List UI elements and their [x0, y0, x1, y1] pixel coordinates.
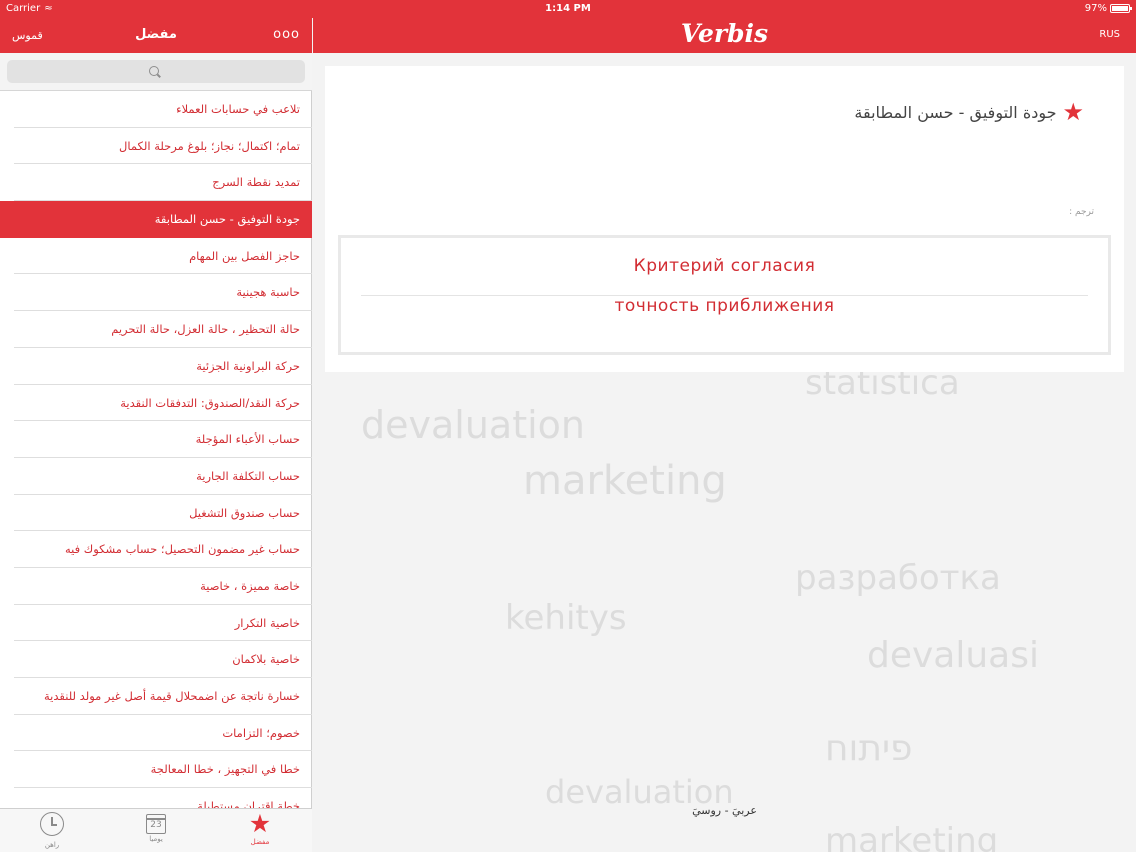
- detail-header: Verbis RUS: [313, 18, 1136, 53]
- translation-box: Критерий согласия точность приближения: [338, 235, 1111, 355]
- status-bar: Carrier ≈ 1:14 PM 97%: [0, 0, 1136, 18]
- favorite-item[interactable]: خاصة مميزة ، خاصية: [0, 568, 312, 605]
- favorites-list: تلاعب في حسابات العملاء تمام؛ اكتمال؛ نجا…: [0, 91, 312, 825]
- favorites-panel: قموس مفضل ooo تلاعب في حسابات العملاء تما…: [0, 0, 312, 852]
- status-time: 1:14 PM: [545, 3, 591, 14]
- translate-label: ترجم :: [1069, 207, 1094, 217]
- entry-term-text: جودة التوفيق - حسن المطابقة: [854, 102, 1057, 122]
- clock-icon: [40, 812, 64, 836]
- tab-favorites[interactable]: ★ مفضل: [230, 809, 290, 847]
- favorite-star-icon[interactable]: ★: [1062, 98, 1084, 126]
- background-word: marketing: [825, 821, 999, 852]
- favorite-item[interactable]: حالة التحظير ، حالة العزل، حالة التحريم: [0, 311, 312, 348]
- favorite-item[interactable]: تمام؛ اكتمال؛ نجاز؛ بلوغ مرحلة الكمال: [0, 128, 312, 165]
- tab-today-label: يوميا: [149, 835, 163, 843]
- favorite-item[interactable]: خسارة ناتجة عن اضمحلال قيمة أصل غير مولد…: [0, 678, 312, 715]
- tab-history-label: راهن: [44, 841, 60, 849]
- tab-today[interactable]: 23 يوميا: [126, 811, 186, 843]
- background-word: פיתוח: [825, 728, 913, 769]
- dictionary-direction[interactable]: عربيَ - روسيَ: [313, 804, 1136, 817]
- translation-item: Критерий согласия: [633, 256, 816, 276]
- favorites-title: مفضل: [135, 27, 177, 42]
- app-logo: Verbis: [680, 19, 769, 48]
- background-word: devaluation: [361, 403, 585, 447]
- tab-history[interactable]: راهن: [22, 811, 82, 849]
- favorite-item[interactable]: خصوم؛ التزامات: [0, 715, 312, 752]
- favorite-item[interactable]: جودة التوفيق - حسن المطابقة: [0, 201, 312, 238]
- more-button[interactable]: ooo: [273, 27, 300, 42]
- favorites-header: قموس مفضل ooo: [0, 18, 312, 53]
- favorite-item[interactable]: تمديد نقطة السرج: [0, 164, 312, 201]
- favorite-item[interactable]: خطا في التجهيز ، خطا المعالجة: [0, 751, 312, 788]
- favorite-item[interactable]: خاصية التكرار: [0, 605, 312, 642]
- battery-icon: [1110, 4, 1132, 13]
- calendar-icon: 23: [146, 814, 166, 834]
- search-input[interactable]: [7, 60, 305, 83]
- favorite-item[interactable]: حاسبة هجينية: [0, 274, 312, 311]
- favorite-item[interactable]: حساب غير مضمون التحصيل؛ حساب مشكوك فيه: [0, 531, 312, 568]
- tab-favorites-label: مفضل: [250, 838, 270, 846]
- background-word: marketing: [523, 458, 727, 504]
- star-icon: ★: [248, 809, 272, 838]
- search-icon: [149, 66, 159, 76]
- favorite-item[interactable]: حساب صندوق التشغيل: [0, 495, 312, 532]
- favorite-item[interactable]: تلاعب في حسابات العملاء: [0, 91, 312, 128]
- tab-bar: راهن 23 يوميا ★ مفضل: [0, 808, 312, 852]
- favorite-item[interactable]: خاصية بلاكمان: [0, 641, 312, 678]
- battery-indicator: 97%: [1085, 3, 1132, 14]
- favorite-item[interactable]: حركة البراونية الجزئية: [0, 348, 312, 385]
- background-word: разработка: [795, 558, 1001, 598]
- favorite-item[interactable]: حركة النقد/الصندوق: التدفقات النقدية: [0, 385, 312, 422]
- entry-term: ★ جودة التوفيق - حسن المطابقة: [854, 98, 1084, 126]
- entry-card: ★ جودة التوفيق - حسن المطابقة ترجم : Кри…: [325, 66, 1124, 372]
- search-bar: [0, 53, 312, 91]
- favorite-item[interactable]: حاجز الفصل بين المهام: [0, 238, 312, 275]
- language-button[interactable]: RUS: [1099, 29, 1120, 40]
- translation-item: точность приближения: [614, 296, 835, 316]
- background-word: devaluasi: [867, 635, 1040, 676]
- background-word: kehitys: [505, 598, 627, 638]
- favorite-item[interactable]: حساب التكلفة الجارية: [0, 458, 312, 495]
- favorite-item[interactable]: حساب الأعباء المؤجلة: [0, 421, 312, 458]
